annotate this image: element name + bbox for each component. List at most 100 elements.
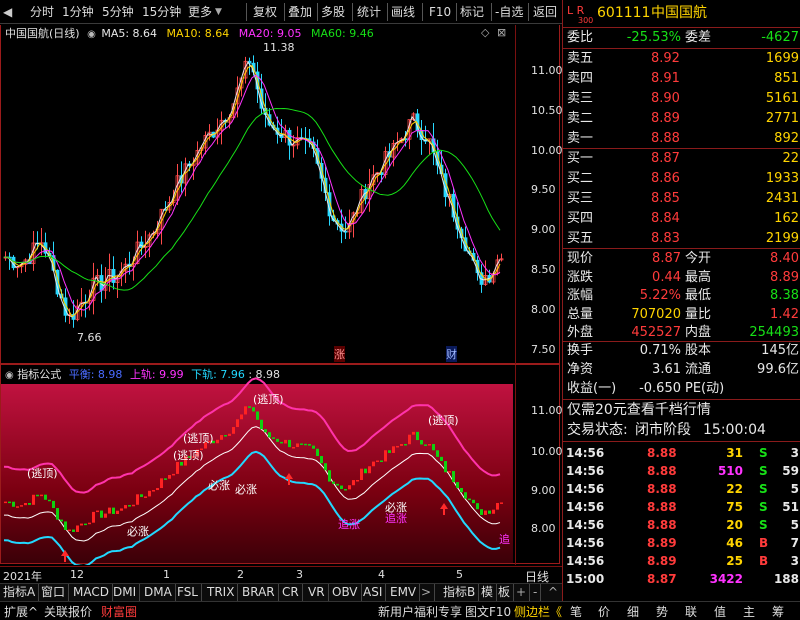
tick-price: 8.89 — [647, 536, 677, 550]
indicator-candle — [384, 450, 387, 462]
tab-5min[interactable]: 5分钟 — [102, 0, 134, 24]
expand-icon[interactable]: ⊠ — [497, 26, 506, 39]
tab-1min[interactable]: 1分钟 — [62, 0, 94, 24]
tab-scroll-right-icon[interactable]: > — [418, 584, 436, 602]
promo-link[interactable]: 新用户福利专享 — [378, 603, 462, 620]
buy-arrow-icon — [440, 503, 448, 515]
time-axis: 2021年 12 1 2 3 4 5 日线 — [0, 566, 562, 584]
panel-tab-bi[interactable]: 笔 — [570, 603, 582, 620]
huaxian-button[interactable]: 画线 — [391, 0, 415, 24]
add-window-icon[interactable]: + — [513, 584, 531, 602]
scroll-left-icon[interactable]: ◀ — [3, 0, 12, 24]
indicator-candle — [376, 460, 379, 463]
more-chevron-icon[interactable]: ▼ — [215, 0, 222, 24]
tab-asi[interactable]: ASI — [360, 584, 387, 602]
tick-direction: S — [759, 500, 768, 514]
diamond-icon[interactable]: ◇ — [481, 26, 489, 39]
tick-time: 14:56 — [566, 518, 605, 532]
f10-button[interactable]: F10 — [429, 0, 451, 24]
event-tag-cai[interactable]: 财 — [446, 346, 457, 362]
promo-row[interactable]: 仅需20元查看千档行情 — [563, 400, 800, 420]
expand-button[interactable]: 扩展^ — [4, 603, 38, 620]
diejia-button[interactable]: 叠加 — [288, 0, 312, 24]
stats-value: 145亿 — [761, 343, 799, 358]
tick-volume: 3422 — [709, 572, 743, 586]
zixuan-button[interactable]: -自选 — [495, 0, 523, 24]
indicator-candle — [452, 471, 455, 483]
price-axis-label: 8.50 — [531, 263, 556, 276]
tab-vr[interactable]: VR — [305, 584, 329, 602]
tab-more[interactable]: 更多 — [188, 0, 212, 24]
wealth-circle-button[interactable]: 财富圈 — [101, 603, 137, 620]
tick-row: 14:56 8.88 22 S 5 — [563, 479, 800, 499]
high-price-mark: 11.38 — [263, 41, 295, 54]
f10-graphic-button[interactable]: 图文F10 — [465, 603, 511, 620]
panel-tab-zhi[interactable]: 值 — [714, 603, 726, 620]
tab-fsl[interactable]: FSL — [174, 584, 202, 602]
tab-dma[interactable]: DMA — [141, 584, 176, 602]
tab-dmi[interactable]: DMI — [110, 584, 141, 602]
quote-label: 外盘 — [567, 325, 594, 340]
tab-obv[interactable]: OBV — [329, 584, 362, 602]
stats-value: 0.71% — [639, 343, 681, 358]
biaoji-button[interactable]: 标记 — [460, 0, 484, 24]
panel-tab-xi[interactable]: 细 — [627, 603, 639, 620]
tick-count: 59 — [782, 464, 799, 478]
tab-trix[interactable]: TRIX — [204, 584, 239, 602]
tab-indicator-a[interactable]: 指标A — [0, 584, 40, 602]
price-axis-label: 8.00 — [531, 303, 556, 316]
stats-label: 净资 — [567, 362, 594, 377]
weicha-label: 委差 — [685, 30, 712, 45]
duogu-button[interactable]: 多股 — [321, 0, 345, 24]
quote-value: 8.40 — [770, 251, 799, 266]
tongji-button[interactable]: 统计 — [357, 0, 381, 24]
indicator-dropdown-icon[interactable]: ◉ — [5, 370, 14, 381]
tab-indicator-b[interactable]: 指标B — [440, 584, 480, 602]
remove-window-icon[interactable]: - — [530, 584, 542, 602]
ma20-label: MA20: 9.05 — [238, 27, 302, 40]
fuquan-button[interactable]: 复权 — [253, 0, 277, 24]
indicator-candle — [396, 445, 399, 448]
indicator-candle — [100, 510, 103, 518]
indicator-title[interactable]: 指标公式 — [17, 368, 61, 381]
tick-time: 15:00 — [566, 572, 605, 586]
chevron-up-icon[interactable]: ^ — [545, 584, 561, 602]
quote-value: 5.22% — [639, 288, 681, 303]
panel-tab-jia[interactable]: 价 — [598, 603, 610, 620]
settings-dropdown-icon[interactable]: ◉ — [87, 29, 96, 40]
indicator-candle — [236, 419, 239, 428]
tick-row: 14:56 8.89 25 B 3 — [563, 551, 800, 571]
panel-tab-shi[interactable]: 势 — [656, 603, 668, 620]
promo-text[interactable]: 仅需20元查看千档行情 — [567, 400, 711, 420]
kline-legend: 中国国航(日线) ◉ MA5: 8.64 MA10: 8.64 MA20: 9.… — [5, 25, 374, 41]
tab-macd[interactable]: MACD — [70, 584, 113, 602]
indicator-candle — [56, 508, 59, 520]
panel-tab-lian[interactable]: 联 — [685, 603, 697, 620]
event-tag-zhang[interactable]: 涨 — [334, 346, 345, 362]
tab-window[interactable]: 窗口 — [38, 584, 70, 602]
tab-emv[interactable]: EMV — [387, 584, 421, 602]
indicator-chart[interactable]: ◉ 指标公式 平衡: 8.98 上轨: 9.99 下轨: 7.96 : 8.98… — [0, 364, 563, 565]
related-quote-button[interactable]: 关联报价 — [44, 603, 92, 620]
indicator-candle — [148, 490, 151, 497]
tick-time: 14:56 — [566, 446, 605, 460]
tab-board[interactable]: 板 — [495, 584, 515, 602]
indicator-candle — [352, 480, 355, 486]
indicator-candle — [328, 470, 331, 482]
ask-row: 卖三 8.90 5161 — [563, 89, 800, 109]
tick-time: 14:56 — [566, 482, 605, 496]
panel-tab-chou[interactable]: 筹 — [772, 603, 784, 620]
ask-label: 卖一 — [567, 131, 594, 146]
bid-price: 8.87 — [651, 151, 680, 166]
ask-price: 8.88 — [651, 131, 680, 146]
tab-15min[interactable]: 15分钟 — [142, 0, 181, 24]
back-button[interactable]: 返回 — [533, 0, 557, 24]
sidebar-toggle[interactable]: 侧边栏《 — [514, 603, 562, 620]
panel-tab-zhu[interactable]: 主 — [743, 603, 755, 620]
kline-chart[interactable]: 中国国航(日线) ◉ MA5: 8.64 MA10: 8.64 MA20: 9.… — [0, 25, 563, 364]
tab-fenshi[interactable]: 分时 — [30, 0, 54, 24]
tab-brar[interactable]: BRAR — [239, 584, 279, 602]
tick-count: 5 — [790, 518, 799, 532]
stock-header: L R 300 601111 中国国航 — [563, 3, 800, 25]
tab-cr[interactable]: CR — [279, 584, 303, 602]
